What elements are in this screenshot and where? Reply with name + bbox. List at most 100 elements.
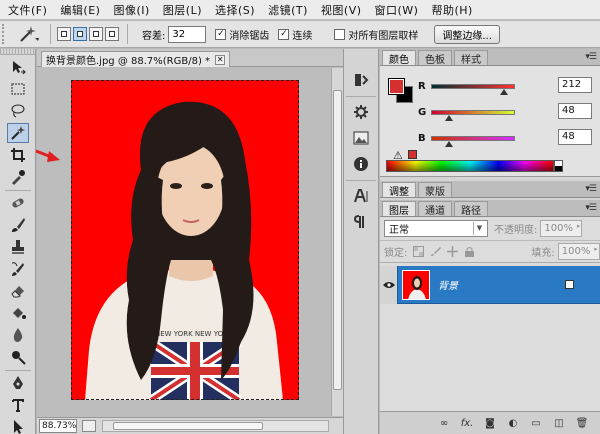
slider-knob[interactable] — [445, 140, 453, 147]
menu-filter[interactable]: 滤镜(T) — [268, 2, 308, 18]
brush-tool[interactable] — [7, 215, 29, 235]
lock-row: 锁定: 填充: 100% ▸ — [380, 241, 600, 263]
blend-mode-select[interactable]: 正常 ▼ — [384, 220, 488, 237]
menu-window[interactable]: 窗口(W) — [375, 2, 419, 18]
path-selection-tool[interactable] — [7, 417, 29, 434]
document-vertical-scrollbar[interactable] — [331, 68, 343, 416]
character-panel-button[interactable] — [349, 185, 373, 207]
magic-wand-tool[interactable] — [6, 123, 29, 143]
zoom-level-field[interactable]: 88.73% — [39, 419, 77, 433]
new-group-icon[interactable]: ▭ — [528, 416, 544, 430]
history-brush-tool[interactable] — [7, 259, 29, 279]
slider-knob[interactable] — [500, 88, 508, 95]
lock-pixels-icon[interactable] — [429, 246, 441, 258]
new-layer-icon[interactable]: ◫ — [551, 416, 567, 430]
blur-tool[interactable] — [7, 325, 29, 345]
color-spectrum-bar[interactable] — [386, 160, 563, 172]
tolerance-input[interactable] — [168, 25, 207, 43]
paint-bucket-tool[interactable] — [7, 303, 29, 323]
menu-file[interactable]: 文件(F) — [8, 2, 47, 18]
scroll-thumb[interactable] — [113, 422, 263, 430]
history-panel-button[interactable] — [349, 69, 373, 91]
toolbox-grip[interactable] — [0, 49, 35, 55]
link-layers-icon[interactable]: ∞ — [436, 416, 452, 430]
tab-styles[interactable]: 样式 — [454, 50, 488, 66]
antialias-checkbox[interactable]: ✓ 消除锯齿 — [215, 27, 269, 42]
fill-field[interactable]: 100% ▸ — [557, 243, 600, 260]
gamut-swatch[interactable] — [408, 150, 417, 159]
lasso-icon — [11, 104, 24, 118]
new-selection-button[interactable] — [57, 27, 71, 41]
paragraph-panel-button[interactable] — [349, 211, 373, 233]
black-white-swatch[interactable] — [554, 160, 563, 172]
tab-layers[interactable]: 图层 — [382, 201, 416, 217]
dodge-tool[interactable] — [7, 347, 29, 367]
tab-color[interactable]: 颜色 — [382, 50, 416, 66]
lock-all-icon[interactable] — [463, 246, 475, 258]
navigator-panel-button[interactable] — [349, 127, 373, 149]
crop-tool[interactable] — [7, 145, 29, 165]
document-horizontal-scrollbar[interactable] — [102, 420, 329, 432]
tab-adjustments[interactable]: 调整 — [382, 182, 416, 198]
marquee-tool[interactable] — [7, 79, 29, 99]
delete-layer-icon[interactable]: 🗑 — [574, 416, 590, 430]
lock-position-icon[interactable] — [446, 246, 458, 258]
lasso-tool[interactable] — [7, 101, 29, 121]
tab-channels[interactable]: 通道 — [418, 201, 452, 217]
panel-menu-icon[interactable]: ▾☰ — [585, 52, 597, 62]
red-arrow-annotation-icon — [35, 149, 60, 162]
menu-view[interactable]: 视图(V) — [321, 2, 362, 18]
close-icon[interactable]: ✕ — [215, 54, 226, 65]
scroll-thumb[interactable] — [333, 90, 342, 390]
panel-menu-icon[interactable]: ▾☰ — [585, 184, 597, 194]
image-canvas[interactable]: NEW YORK NEW YORK — [71, 80, 299, 400]
opacity-field[interactable]: 100% ▸ — [540, 220, 583, 237]
eye-icon — [382, 281, 395, 288]
type-tool[interactable] — [7, 395, 29, 415]
blue-slider[interactable] — [431, 135, 515, 147]
contiguous-checkbox[interactable]: ✓ 连续 — [278, 27, 312, 42]
doc-info-icon[interactable] — [82, 420, 96, 432]
add-to-selection-button[interactable] — [73, 27, 87, 41]
sample-all-layers-checkbox[interactable]: 对所有图层取样 — [334, 27, 418, 42]
intersect-selection-button[interactable] — [105, 27, 119, 41]
menu-help[interactable]: 帮助(H) — [431, 2, 472, 18]
tool-preset-picker[interactable] — [14, 23, 44, 45]
slider-knob[interactable] — [445, 114, 453, 121]
green-value-input[interactable]: 48 — [558, 103, 592, 119]
options-bar-grip[interactable] — [2, 24, 8, 44]
refine-edge-button[interactable]: 调整边缘... — [434, 24, 500, 44]
document-tab[interactable]: 换背景颜色.jpg @ 88.7%(RGB/8) * ✕ — [41, 51, 231, 67]
move-tool[interactable] — [7, 57, 29, 77]
menu-layer[interactable]: 图层(L) — [163, 2, 202, 18]
menu-select[interactable]: 选择(S) — [215, 2, 255, 18]
opacity-value: 100% — [544, 223, 573, 234]
menu-image[interactable]: 图像(I) — [113, 2, 149, 18]
blue-channel-row: B 48 — [418, 129, 592, 147]
layer-row[interactable]: 背景 — [380, 265, 600, 304]
pen-tool[interactable] — [7, 373, 29, 393]
eyedropper-tool[interactable] — [7, 167, 29, 187]
layer-visibility-toggle[interactable] — [380, 265, 398, 304]
foreground-color-swatch[interactable] — [388, 78, 405, 95]
adjustment-layer-icon[interactable]: ◐ — [505, 416, 521, 430]
green-slider[interactable] — [431, 109, 515, 121]
clone-stamp-tool[interactable] — [7, 237, 29, 257]
lock-transparent-icon[interactable] — [412, 246, 424, 258]
tab-swatches[interactable]: 色板 — [418, 50, 452, 66]
healing-brush-tool[interactable] — [7, 193, 29, 213]
blue-value-input[interactable]: 48 — [558, 129, 592, 145]
eraser-tool[interactable] — [7, 281, 29, 301]
red-value-input[interactable]: 212 — [558, 77, 592, 93]
panel-menu-icon[interactable]: ▾☰ — [585, 203, 597, 213]
tab-masks[interactable]: 蒙版 — [418, 182, 452, 198]
layer-name[interactable]: 背景 — [438, 277, 458, 292]
subtract-from-selection-button[interactable] — [89, 27, 103, 41]
add-mask-icon[interactable]: ◙ — [482, 416, 498, 430]
info-panel-button[interactable] — [349, 153, 373, 175]
tab-paths[interactable]: 路径 — [454, 201, 488, 217]
layer-style-icon[interactable]: fx. — [459, 416, 475, 430]
red-slider[interactable] — [431, 83, 515, 95]
menu-edit[interactable]: 编辑(E) — [60, 2, 100, 18]
actions-panel-button[interactable] — [349, 101, 373, 123]
